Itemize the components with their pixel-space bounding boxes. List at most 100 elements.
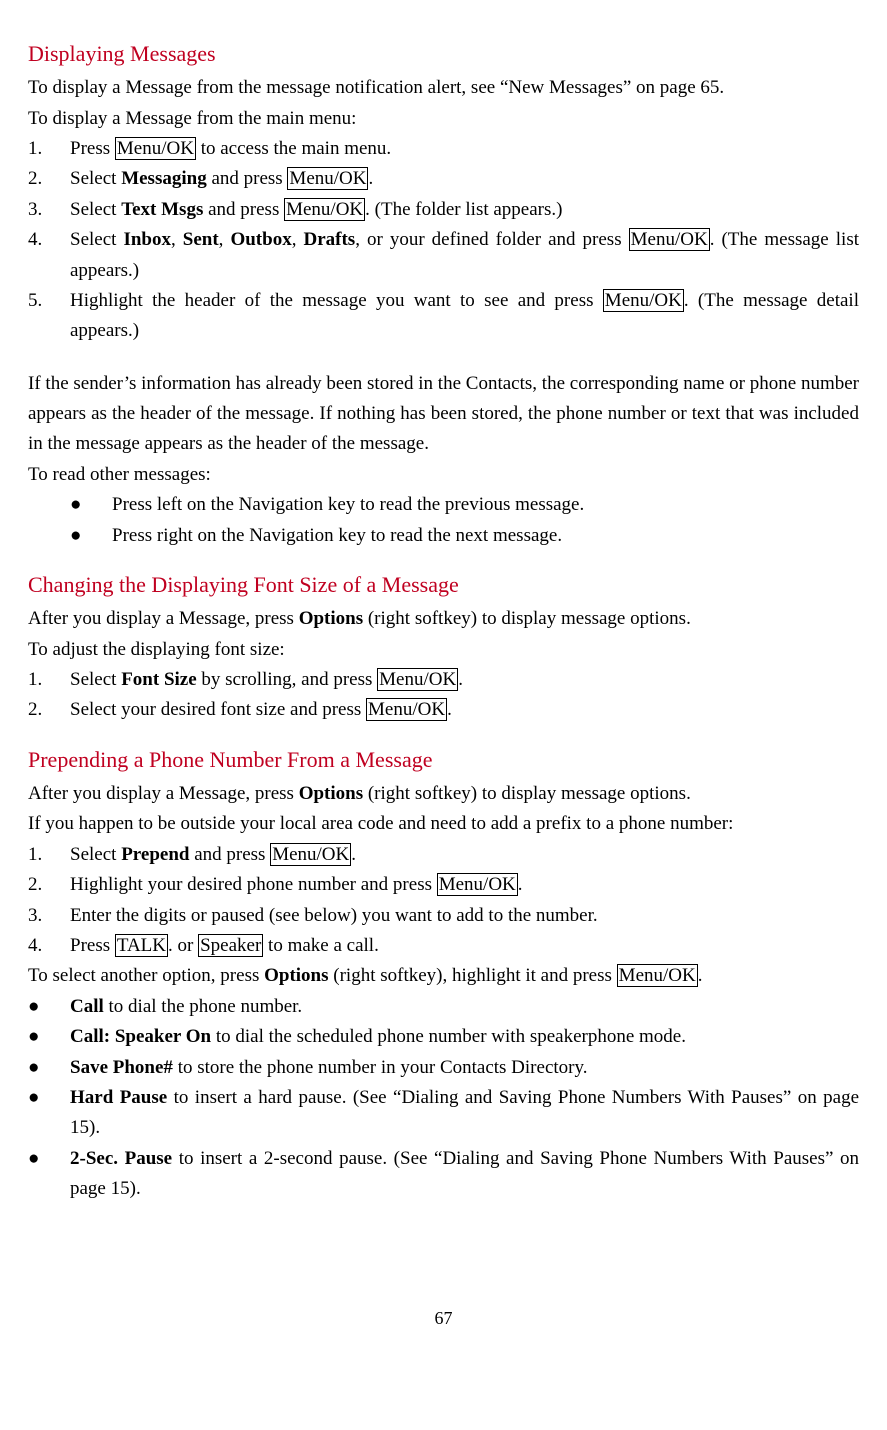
key-label: Menu/OK	[270, 843, 351, 866]
key-label: Menu/OK	[115, 137, 196, 160]
list-number: 3.	[28, 195, 70, 225]
text: Select your desired font size and press	[70, 699, 366, 720]
list-text: Select your desired font size and press …	[70, 695, 859, 725]
key-label: Menu/OK	[629, 228, 710, 251]
list-text: Select Inbox, Sent, Outbox, Drafts, or y…	[70, 225, 859, 286]
paragraph: To select another option, press Options …	[28, 961, 859, 991]
text: to insert a hard pause. (See “Dialing an…	[70, 1087, 859, 1138]
list-item: 5. Highlight the header of the message y…	[28, 286, 859, 347]
text: ,	[171, 229, 183, 250]
text: After you display a Message, press	[28, 783, 299, 804]
text: .	[368, 168, 373, 189]
bullet-text: 2-Sec. Pause to insert a 2-second pause.…	[70, 1144, 859, 1205]
text: Press	[70, 138, 115, 159]
text: . or	[168, 935, 198, 956]
bold-text: Call: Speaker On	[70, 1026, 211, 1047]
list-number: 1.	[28, 665, 70, 695]
text: .	[351, 844, 356, 865]
text: to access the main menu.	[196, 138, 391, 159]
text: Highlight the header of the message you …	[70, 290, 603, 311]
bold-text: Messaging	[121, 168, 207, 189]
page-number: 67	[28, 1304, 859, 1333]
list-item: 3. Select Text Msgs and press Menu/OK. (…	[28, 195, 859, 225]
bold-text: 2-Sec. Pause	[70, 1148, 172, 1169]
list-number: 4.	[28, 931, 70, 961]
list-text: Highlight your desired phone number and …	[70, 870, 859, 900]
heading-displaying-messages: Displaying Messages	[28, 36, 859, 71]
bullet-item: ● Call: Speaker On to dial the scheduled…	[28, 1022, 859, 1052]
text: to store the phone number in your Contac…	[173, 1057, 588, 1078]
bullet-icon: ●	[28, 1053, 70, 1083]
key-label: Menu/OK	[284, 198, 365, 221]
bullet-item: ● 2-Sec. Pause to insert a 2-second paus…	[28, 1144, 859, 1205]
key-label: TALK	[115, 934, 168, 957]
paragraph: If you happen to be outside your local a…	[28, 809, 859, 839]
bullet-text: Save Phone# to store the phone number in…	[70, 1053, 859, 1083]
bullet-text: Call: Speaker On to dial the scheduled p…	[70, 1022, 859, 1052]
list-text: Press TALK. or Speaker to make a call.	[70, 931, 859, 961]
text: , or your defined folder and press	[355, 229, 628, 250]
text: and press	[203, 199, 284, 220]
text: Select	[70, 844, 121, 865]
paragraph: After you display a Message, press Optio…	[28, 604, 859, 634]
list-number: 1.	[28, 134, 70, 164]
bullet-text: Hard Pause to insert a hard pause. (See …	[70, 1083, 859, 1144]
list-item: 4. Press TALK. or Speaker to make a call…	[28, 931, 859, 961]
list-number: 1.	[28, 840, 70, 870]
text: Select	[70, 669, 121, 690]
bullet-icon: ●	[28, 1022, 70, 1052]
key-label: Speaker	[198, 934, 263, 957]
bullet-item: ● Call to dial the phone number.	[28, 992, 859, 1022]
key-label: Menu/OK	[603, 289, 684, 312]
text: Highlight your desired phone number and …	[70, 874, 437, 895]
list-number: 5.	[28, 286, 70, 347]
list-text: Enter the digits or paused (see below) y…	[70, 901, 859, 931]
text: and press	[207, 168, 288, 189]
bold-text: Drafts	[303, 229, 355, 250]
text: Press	[70, 935, 115, 956]
list-item: 2. Highlight your desired phone number a…	[28, 870, 859, 900]
text: by scrolling, and press	[197, 669, 377, 690]
bold-text: Sent	[183, 229, 219, 250]
text: (right softkey), highlight it and press	[329, 965, 617, 986]
bold-text: Font Size	[121, 669, 196, 690]
text: Select	[70, 229, 123, 250]
text: to dial the scheduled phone number with …	[211, 1026, 686, 1047]
bullet-icon: ●	[28, 992, 70, 1022]
text: To select another option, press	[28, 965, 264, 986]
list-number: 2.	[28, 870, 70, 900]
paragraph: To read other messages:	[28, 460, 859, 490]
text: (right softkey) to display message optio…	[363, 783, 691, 804]
bullet-text: Press left on the Navigation key to read…	[112, 490, 859, 520]
list-number: 3.	[28, 901, 70, 931]
list-number: 2.	[28, 164, 70, 194]
paragraph: To display a Message from the message no…	[28, 73, 859, 103]
bullet-icon: ●	[70, 490, 112, 520]
paragraph: After you display a Message, press Optio…	[28, 779, 859, 809]
text: . (The folder list appears.)	[365, 199, 562, 220]
paragraph: To display a Message from the main menu:	[28, 104, 859, 134]
bullet-item: ● Press left on the Navigation key to re…	[28, 490, 859, 520]
bold-text: Outbox	[230, 229, 291, 250]
heading-prepending-number: Prepending a Phone Number From a Message	[28, 742, 859, 777]
list-item: 1. Select Font Size by scrolling, and pr…	[28, 665, 859, 695]
bold-text: Text Msgs	[121, 199, 203, 220]
heading-changing-font-size: Changing the Displaying Font Size of a M…	[28, 567, 859, 602]
text: to make a call.	[263, 935, 379, 956]
bullet-item: ● Save Phone# to store the phone number …	[28, 1053, 859, 1083]
bullet-icon: ●	[70, 521, 112, 551]
key-label: Menu/OK	[617, 964, 698, 987]
bold-text: Options	[264, 965, 328, 986]
list-text: Select Text Msgs and press Menu/OK. (The…	[70, 195, 859, 225]
bullet-item: ● Hard Pause to insert a hard pause. (Se…	[28, 1083, 859, 1144]
paragraph: If the sender’s information has already …	[28, 369, 859, 460]
list-item: 2. Select your desired font size and pre…	[28, 695, 859, 725]
list-item: 1. Press Menu/OK to access the main menu…	[28, 134, 859, 164]
bold-text: Options	[299, 783, 363, 804]
text: to dial the phone number.	[104, 996, 302, 1017]
bullet-icon: ●	[28, 1083, 70, 1144]
text: ,	[219, 229, 231, 250]
list-number: 2.	[28, 695, 70, 725]
text: ,	[292, 229, 304, 250]
list-item: 1. Select Prepend and press Menu/OK.	[28, 840, 859, 870]
